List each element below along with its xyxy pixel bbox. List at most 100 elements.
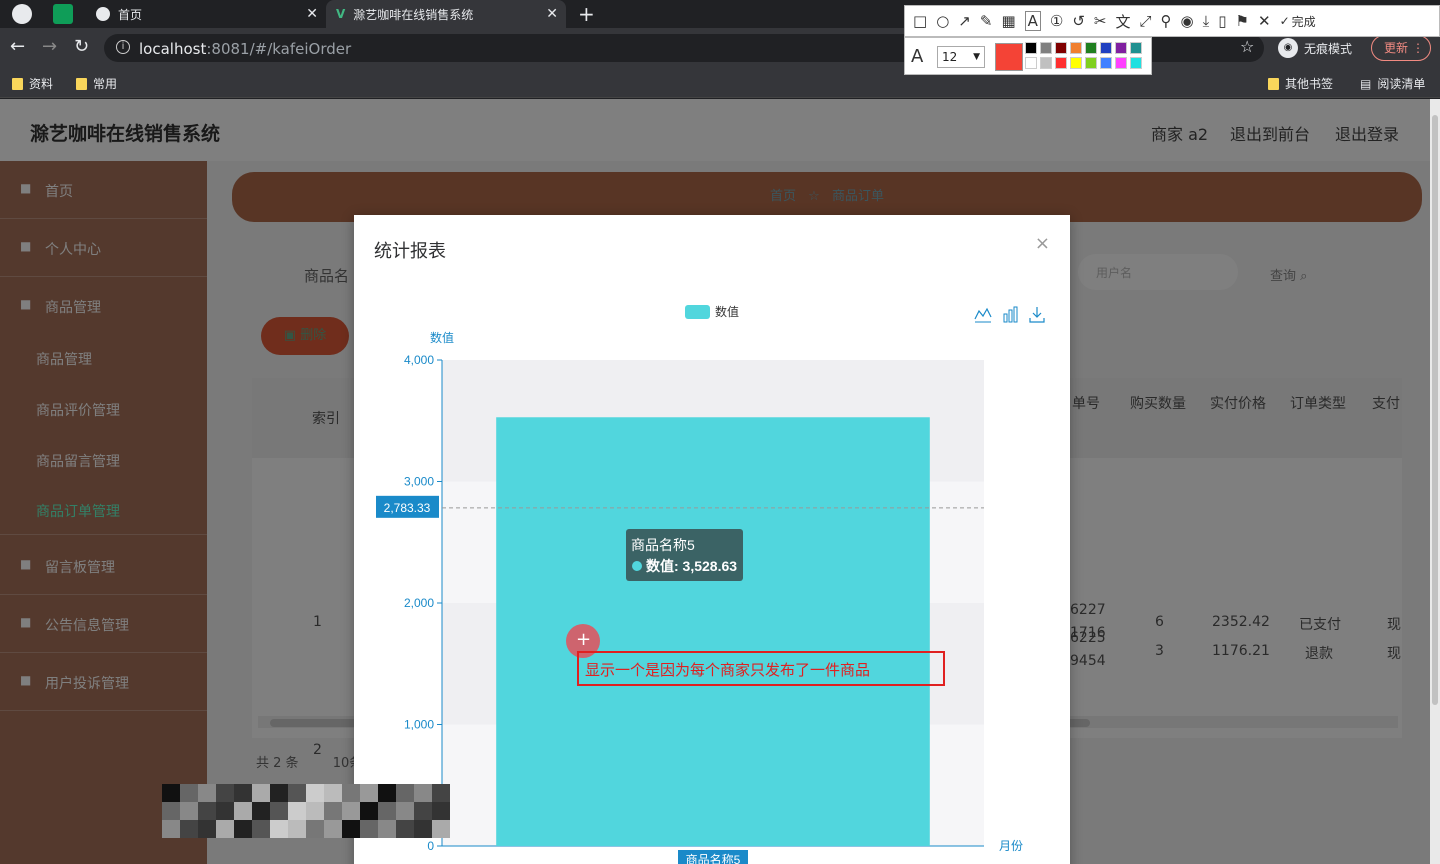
line-chart-icon[interactable] <box>974 307 992 323</box>
bar[interactable] <box>496 417 930 846</box>
other-bookmarks[interactable]: 其他书签 <box>1268 75 1333 92</box>
bookmark-folder[interactable]: 资料 <box>12 75 53 92</box>
color-swatch[interactable] <box>1025 42 1037 54</box>
mosaic-pixel <box>198 820 216 838</box>
mosaic-pixel <box>324 820 342 838</box>
reading-list[interactable]: ▤ 阅读清单 <box>1360 75 1425 92</box>
forward-icon[interactable]: → <box>42 36 57 57</box>
mosaic-pixel <box>234 784 252 802</box>
pen-icon[interactable]: ✎ <box>980 12 993 30</box>
info-icon[interactable]: i <box>116 40 130 54</box>
color-swatch[interactable] <box>1025 57 1037 69</box>
folder-icon <box>12 77 23 90</box>
mosaic-pixel <box>162 802 180 820</box>
y-tick-label: 4,000 <box>404 353 434 367</box>
done-button[interactable]: ✓ 完成 <box>1280 13 1316 30</box>
vue-icon: V <box>336 7 346 21</box>
color-swatch[interactable] <box>1130 42 1142 54</box>
tab-home[interactable]: 首页 ✕ <box>86 0 326 28</box>
download-icon[interactable]: ⤓ <box>1203 12 1210 30</box>
arrow-icon[interactable]: ↗ <box>958 12 971 30</box>
reload-icon[interactable]: ↻ <box>74 36 89 57</box>
color-swatch[interactable] <box>1055 42 1067 54</box>
expand-icon[interactable]: ⤢ <box>1140 12 1152 30</box>
mosaic-pixel <box>414 784 432 802</box>
mosaic-pixel <box>378 784 396 802</box>
bookmark-icon[interactable]: ⚑ <box>1236 12 1249 30</box>
rectangle-icon[interactable]: □ <box>913 12 927 30</box>
color-swatch[interactable] <box>1055 57 1067 69</box>
color-swatch[interactable] <box>1070 42 1082 54</box>
mosaic-pixel <box>288 802 306 820</box>
mosaic-pixel <box>378 802 396 820</box>
url-text[interactable]: localhost:8081/#/kafeiOrder <box>139 40 351 58</box>
translate-icon[interactable]: 文 <box>1116 11 1131 32</box>
color-swatch[interactable] <box>1070 57 1082 69</box>
page-scrollbar[interactable] <box>1430 99 1440 864</box>
record-icon[interactable]: ◉ <box>1181 12 1194 30</box>
chrome-icon[interactable] <box>12 4 32 24</box>
text-style-panel: A 12 ▼ <box>904 37 1152 75</box>
color-swatch[interactable] <box>1040 42 1052 54</box>
bookmarks-bar: 资料 常用 其他书签 ▤ 阅读清单 <box>0 68 1440 98</box>
tab-active[interactable]: V 滁艺咖啡在线销售系统 ✕ <box>326 0 566 28</box>
color-swatch[interactable] <box>1085 42 1097 54</box>
annotation-textbox[interactable]: 显示一个是因为每个商家只发布了一件商品 <box>577 651 945 686</box>
mosaic-pixel <box>342 820 360 838</box>
bar-chart-icon[interactable] <box>1003 306 1018 323</box>
mosaic-pixel <box>162 820 180 838</box>
screenshot-toolbar: □ ○ ↗ ✎ ▦ A ① ↺ ✂ 文 ⤢ ⚲ ◉ ⤓ ▯ ⚑ ✕ ✓ 完成 <box>904 5 1440 37</box>
mosaic-pixel <box>288 820 306 838</box>
mosaic-pixel <box>234 802 252 820</box>
legend-swatch[interactable] <box>685 305 710 319</box>
mosaic-pixel <box>306 820 324 838</box>
color-swatch[interactable] <box>1100 57 1112 69</box>
color-swatch[interactable] <box>1040 57 1052 69</box>
incognito-indicator[interactable]: ◉ 无痕模式 <box>1278 34 1352 62</box>
close-icon[interactable]: ✕ <box>1258 12 1271 30</box>
mosaic-pixel <box>432 784 450 802</box>
scroll-thumb[interactable] <box>1432 115 1438 705</box>
y-tick-label: 1,000 <box>404 718 434 732</box>
mosaic-pixel <box>216 784 234 802</box>
bookmark-label: 资料 <box>29 77 54 91</box>
text-icon[interactable]: A <box>1024 11 1041 31</box>
legend-label[interactable]: 数值 <box>715 304 739 319</box>
undo-icon[interactable]: ↺ <box>1072 12 1085 30</box>
star-icon[interactable]: ☆ <box>1240 37 1254 56</box>
color-swatch[interactable] <box>1085 57 1097 69</box>
color-swatch[interactable] <box>1130 57 1142 69</box>
color-swatch[interactable] <box>1115 57 1127 69</box>
phone-icon[interactable]: ▯ <box>1218 12 1226 30</box>
mosaic-pixel <box>252 784 270 802</box>
done-label: 完成 <box>1291 14 1316 29</box>
back-icon[interactable]: ← <box>10 36 25 57</box>
new-tab-icon[interactable]: + <box>578 2 595 26</box>
color-swatch[interactable] <box>1115 42 1127 54</box>
sheets-app-icon[interactable] <box>53 4 73 24</box>
bookmark-folder[interactable]: 常用 <box>76 75 117 92</box>
mosaic-pixel <box>270 784 288 802</box>
number-icon[interactable]: ① <box>1050 12 1063 30</box>
mosaic-icon[interactable]: ▦ <box>1001 12 1015 30</box>
font-size-select[interactable]: 12 ▼ <box>937 46 985 68</box>
close-tab-icon[interactable]: ✕ <box>546 6 558 22</box>
mosaic-pixel <box>180 784 198 802</box>
bookmark-label: 阅读清单 <box>1377 77 1426 91</box>
incognito-label: 无痕模式 <box>1304 41 1353 56</box>
color-swatch[interactable] <box>1100 42 1112 54</box>
update-button[interactable]: 更新 ⋮ <box>1371 35 1432 61</box>
pin-icon[interactable]: ⚲ <box>1161 12 1172 30</box>
check-icon: ✓ <box>1279 14 1290 28</box>
ellipse-icon[interactable]: ○ <box>936 12 949 30</box>
mosaic-pixel <box>216 820 234 838</box>
close-tab-icon[interactable]: ✕ <box>306 6 318 22</box>
y-axis-label: 数值 <box>430 330 454 345</box>
x-category-label: 商品名称5 <box>686 852 741 864</box>
reading-list-icon: ▤ <box>1360 76 1372 91</box>
download-icon[interactable] <box>1029 307 1045 323</box>
mosaic-pixel <box>342 784 360 802</box>
current-color-swatch[interactable] <box>995 43 1023 71</box>
mosaic-pixel <box>252 802 270 820</box>
scissors-icon[interactable]: ✂ <box>1094 12 1107 30</box>
